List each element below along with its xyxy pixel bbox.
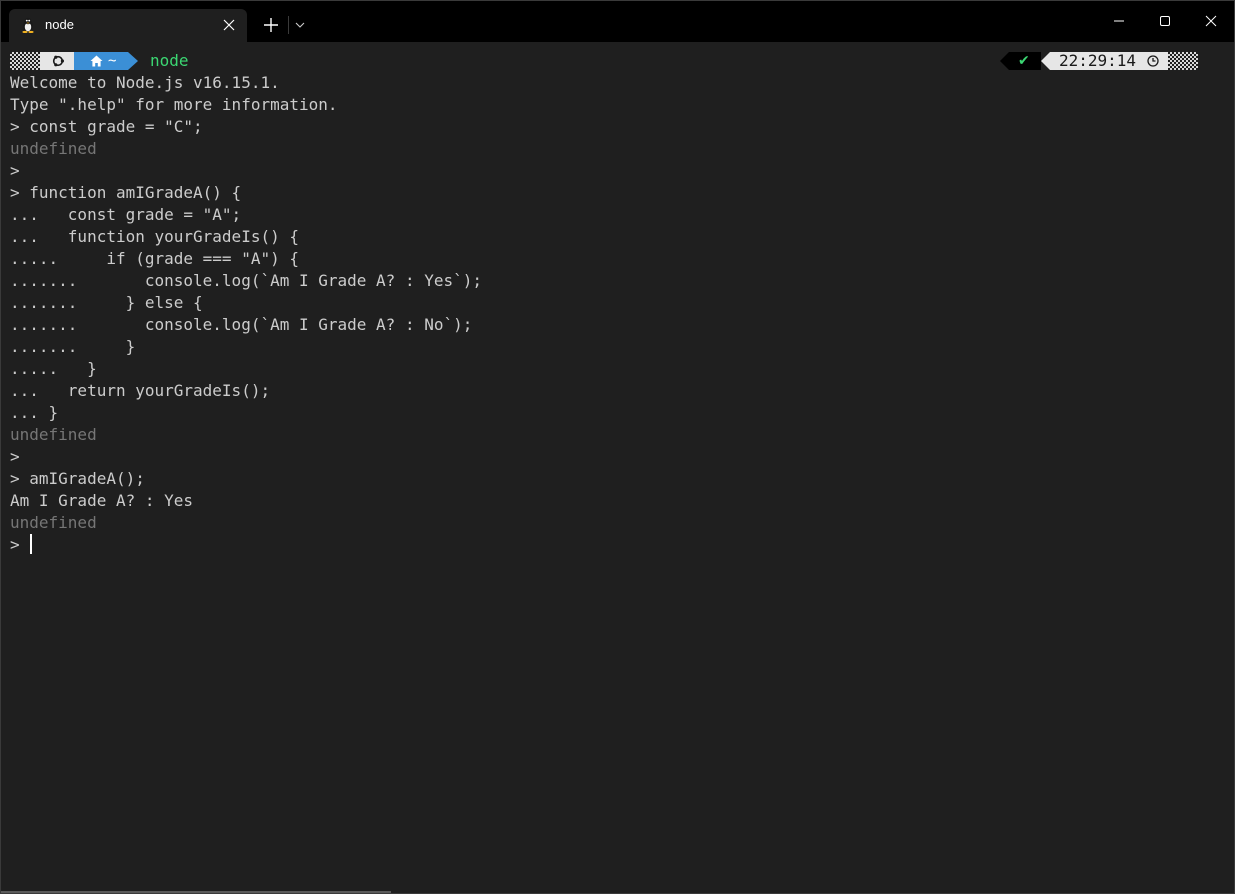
close-window-button[interactable] [1188,1,1234,42]
terminal-line: > [10,447,20,466]
linux-penguin-icon [22,17,34,33]
shell-prompt: ~ node ✔ 22:29:14 [10,50,1210,72]
tab-title: node [45,17,74,32]
prompt-path-arrow [128,52,138,70]
terminal-line: > amIGradeA(); [10,469,145,488]
maximize-button[interactable] [1142,1,1188,42]
terminal-line: undefined [10,139,97,158]
terminal-line: ....... console.log(`Am I Grade A? : No`… [10,315,473,334]
close-icon [1205,15,1217,27]
terminal-line: undefined [10,513,97,532]
terminal-line: > const grade = "C"; [10,117,203,136]
horizontal-scrollbar[interactable] [1,891,391,893]
minimize-button[interactable] [1096,1,1142,42]
terminal-line: ....... console.log(`Am I Grade A? : Yes… [10,271,483,290]
close-tab-icon[interactable] [221,17,237,33]
home-icon [90,55,103,67]
terminal-line: ....... } [10,337,136,356]
terminal-output: Welcome to Node.js v16.15.1. Type ".help"… [10,72,1210,556]
prompt-status-arrow [1000,52,1009,70]
prompt-time-segment: 22:29:14 [1050,51,1168,70]
prompt-dither-right [1168,52,1198,70]
terminal-line: Type ".help" for more information. [10,95,338,114]
prompt-status-segment: ✔ [1009,52,1041,70]
terminal-line: undefined [10,425,97,444]
maximize-icon [1160,16,1170,26]
terminal-line: ... function yourGradeIs() { [10,227,299,246]
terminal-input-line[interactable]: > [10,534,1210,556]
terminal-line: ..... } [10,359,97,378]
minimize-icon [1114,20,1124,22]
os-logo-icon [52,55,64,67]
terminal-line: > [10,161,20,180]
prompt-path: ~ [108,53,117,69]
prompt-os-segment [40,52,74,70]
tab-node[interactable]: node [9,9,247,42]
terminal-line: Am I Grade A? : Yes [10,491,194,510]
terminal-line: ... } [10,403,59,422]
prompt-command: node [150,51,189,70]
prompt-time: 22:29:14 [1059,51,1137,70]
terminal-line: ... return yourGradeIs(); [10,381,271,400]
tab-divider [288,16,289,34]
new-tab-icon[interactable] [262,16,280,34]
terminal-pane[interactable]: ~ node ✔ 22:29:14 Welcome to Node.js v16… [1,42,1234,893]
terminal-window: node ~ node ✔ 22:29:14 Welcome to Node.j… [0,0,1235,894]
title-bar: node [1,1,1234,42]
checkmark-icon: ✔ [1018,53,1030,69]
prompt-time-arrow [1041,52,1050,70]
input-prompt: > [10,535,30,554]
terminal-line: ... const grade = "A"; [10,205,242,224]
terminal-line: > function amIGradeA() { [10,183,242,202]
terminal-line: Welcome to Node.js v16.15.1. [10,73,280,92]
terminal-line: ..... if (grade === "A") { [10,249,299,268]
chevron-down-icon[interactable] [293,19,307,31]
text-cursor [30,534,33,554]
clock-icon [1147,55,1159,67]
prompt-dither-left [10,52,40,70]
prompt-path-segment: ~ [74,52,128,70]
terminal-line: ....... } else { [10,293,203,312]
